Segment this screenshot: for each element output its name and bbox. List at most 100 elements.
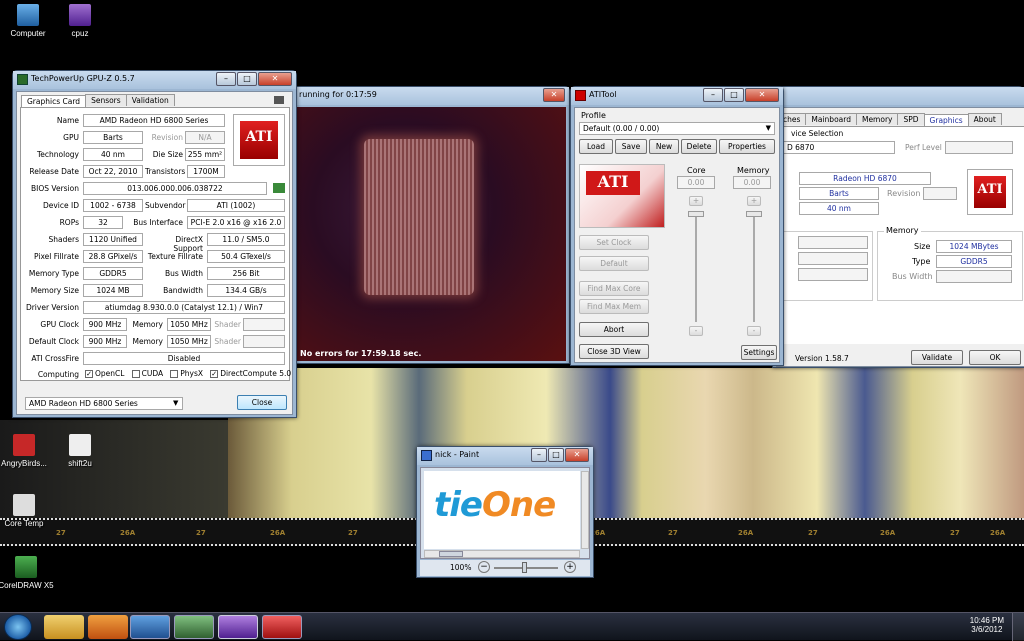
desktop-icon-cpuz[interactable]: cpuz (52, 4, 108, 38)
tab-graphics[interactable]: Graphics (923, 114, 969, 126)
vertical-scrollbar[interactable] (581, 471, 589, 549)
validate-button[interactable]: Validate (911, 350, 963, 365)
save-bios-icon[interactable] (273, 183, 285, 193)
close-icon[interactable]: ✕ (543, 88, 565, 102)
ok-button[interactable]: OK (969, 350, 1021, 365)
maximize-icon[interactable]: □ (548, 448, 564, 462)
clock[interactable]: 10:46 PM 3/6/2012 (970, 616, 1004, 634)
close-icon[interactable]: ✕ (565, 448, 589, 462)
cpuz-title-bar[interactable] (773, 87, 1024, 105)
revision-field (923, 187, 957, 200)
memory-clock-field: 1050 MHz (167, 318, 211, 331)
profile-select[interactable]: Default (0.00 / 0.00) (579, 122, 775, 135)
default-button[interactable]: Default (579, 256, 649, 271)
render-title-bar[interactable]: running for 0:17:59 ✕ (293, 87, 569, 105)
core-up-button[interactable]: + (689, 196, 703, 206)
zoom-in-icon[interactable]: + (564, 561, 576, 573)
perf-level-select[interactable] (945, 141, 1013, 154)
profile-label: Profile (581, 111, 606, 120)
checkbox-unchecked-icon[interactable] (131, 370, 140, 378)
paint-window[interactable]: nick - Paint – □ ✕ tieOne 100% − + (416, 446, 594, 578)
scrollbar-thumb[interactable] (439, 551, 463, 557)
size-label: Size (914, 242, 931, 251)
camera-icon[interactable] (274, 96, 284, 104)
delete-button[interactable]: Delete (681, 139, 717, 154)
cpuz-window[interactable]: ches Mainboard Memory SPD Graphics About vice… (772, 86, 1024, 368)
paint-title-bar[interactable]: nick - Paint – □ ✕ (417, 447, 593, 465)
film-number: 26A (880, 529, 896, 537)
start-button-windows-icon[interactable] (4, 614, 32, 640)
close-icon[interactable]: ✕ (258, 72, 292, 86)
chevron-down-icon[interactable]: ▼ (173, 399, 178, 407)
load-button[interactable]: Load (579, 139, 613, 154)
desktop-icon-computer[interactable]: Computer (0, 4, 56, 38)
horizontal-scrollbar[interactable] (424, 550, 580, 558)
zoom-slider-thumb[interactable] (522, 562, 527, 573)
atitool-title-bar[interactable]: ATITool – □ ✕ (571, 87, 783, 105)
gpu-select[interactable]: AMD Radeon HD 6800 Series (25, 397, 183, 410)
desktop-icon-coretemp[interactable]: Core Temp (0, 494, 52, 528)
desktop-icon-coreldraw[interactable]: CorelDRAW X5 (0, 556, 54, 590)
ati-radeon-logo: ATI (967, 169, 1013, 215)
settings-button[interactable]: Settings (741, 345, 777, 360)
checkbox-unchecked-icon[interactable] (170, 370, 179, 378)
minimize-icon[interactable]: – (703, 88, 723, 102)
memory-up-button[interactable]: + (747, 196, 761, 206)
gpuz-taskbar-icon[interactable] (174, 615, 214, 639)
core-slider-track[interactable] (695, 212, 697, 322)
new-button[interactable]: New (649, 139, 679, 154)
set-clock-button[interactable]: Set Clock (579, 235, 649, 250)
tab-about[interactable]: About (967, 113, 1002, 125)
atitool-window[interactable]: ATITool – □ ✕ Profile Default (0.00 / 0.… (570, 86, 784, 366)
media-player-taskbar-icon[interactable] (88, 615, 128, 639)
checkbox-checked-icon[interactable]: ✓ (85, 370, 93, 378)
default-memory-label: Memory (132, 337, 163, 346)
show-desktop-button[interactable] (1012, 613, 1024, 641)
zoom-out-icon[interactable]: − (478, 561, 490, 573)
tab-memory[interactable]: Memory (855, 113, 899, 125)
render-window[interactable]: running for 0:17:59 ✕ No errors for 17:5… (292, 86, 570, 364)
checkbox-checked-icon[interactable]: ✓ (210, 370, 219, 378)
close-icon[interactable]: ✕ (745, 88, 779, 102)
paint-taskbar-icon[interactable] (130, 615, 170, 639)
cpuz-taskbar-icon[interactable] (218, 615, 258, 639)
save-button[interactable]: Save (615, 139, 647, 154)
shader-clock-label: Shader (214, 320, 241, 329)
explorer-taskbar-icon[interactable] (44, 615, 84, 639)
close-button[interactable]: Close (237, 395, 287, 410)
ati-radeon-logo: ATI (233, 114, 285, 166)
desktop-icon-shift2u[interactable]: shift2u (52, 434, 108, 468)
memory-down-button[interactable]: - (747, 326, 761, 336)
minimize-icon[interactable]: – (531, 448, 547, 462)
tab-spd[interactable]: SPD (897, 113, 925, 125)
tab-validation[interactable]: Validation (125, 94, 175, 106)
tab-graphics-card[interactable]: Graphics Card (21, 95, 87, 107)
desktop-icon-angrybirds[interactable]: AngryBirds... (0, 434, 52, 468)
minimize-icon[interactable]: – (216, 72, 236, 86)
tab-mainboard[interactable]: Mainboard (805, 113, 857, 125)
find-max-core-button[interactable]: Find Max Core (579, 281, 649, 296)
name-label: Name (56, 116, 79, 125)
desktop-icon-label: Core Temp (4, 519, 44, 528)
properties-button[interactable]: Properties (719, 139, 775, 154)
maximize-icon[interactable]: □ (724, 88, 744, 102)
atitool-taskbar-icon[interactable] (262, 615, 302, 639)
find-max-mem-button[interactable]: Find Max Mem (579, 299, 649, 314)
memory-slider-track[interactable] (753, 212, 755, 322)
atitool-title: ATITool (589, 90, 617, 99)
gpuz-window[interactable]: TechPowerUp GPU-Z 0.5.7 – □ ✕ Graphics C… (12, 70, 297, 418)
perf-level-label: Perf Level (905, 143, 942, 152)
tab-sensors[interactable]: Sensors (85, 94, 127, 106)
atitool-client: Profile Default (0.00 / 0.00) ▼ Load Sav… (574, 107, 780, 363)
device-select[interactable]: D 6870 (783, 141, 895, 154)
gpuz-title-bar[interactable]: TechPowerUp GPU-Z 0.5.7 – □ ✕ (13, 71, 296, 89)
paint-canvas[interactable]: tieOne (424, 471, 580, 549)
chevron-down-icon[interactable]: ▼ (766, 124, 771, 132)
memory-clock-label: Memory (132, 320, 163, 329)
memory-slider-thumb[interactable] (746, 211, 762, 217)
close-3d-view-button[interactable]: Close 3D View (579, 344, 649, 359)
maximize-icon[interactable]: □ (237, 72, 257, 86)
core-down-button[interactable]: - (689, 326, 703, 336)
core-slider-thumb[interactable] (688, 211, 704, 217)
abort-button[interactable]: Abort (579, 322, 649, 337)
